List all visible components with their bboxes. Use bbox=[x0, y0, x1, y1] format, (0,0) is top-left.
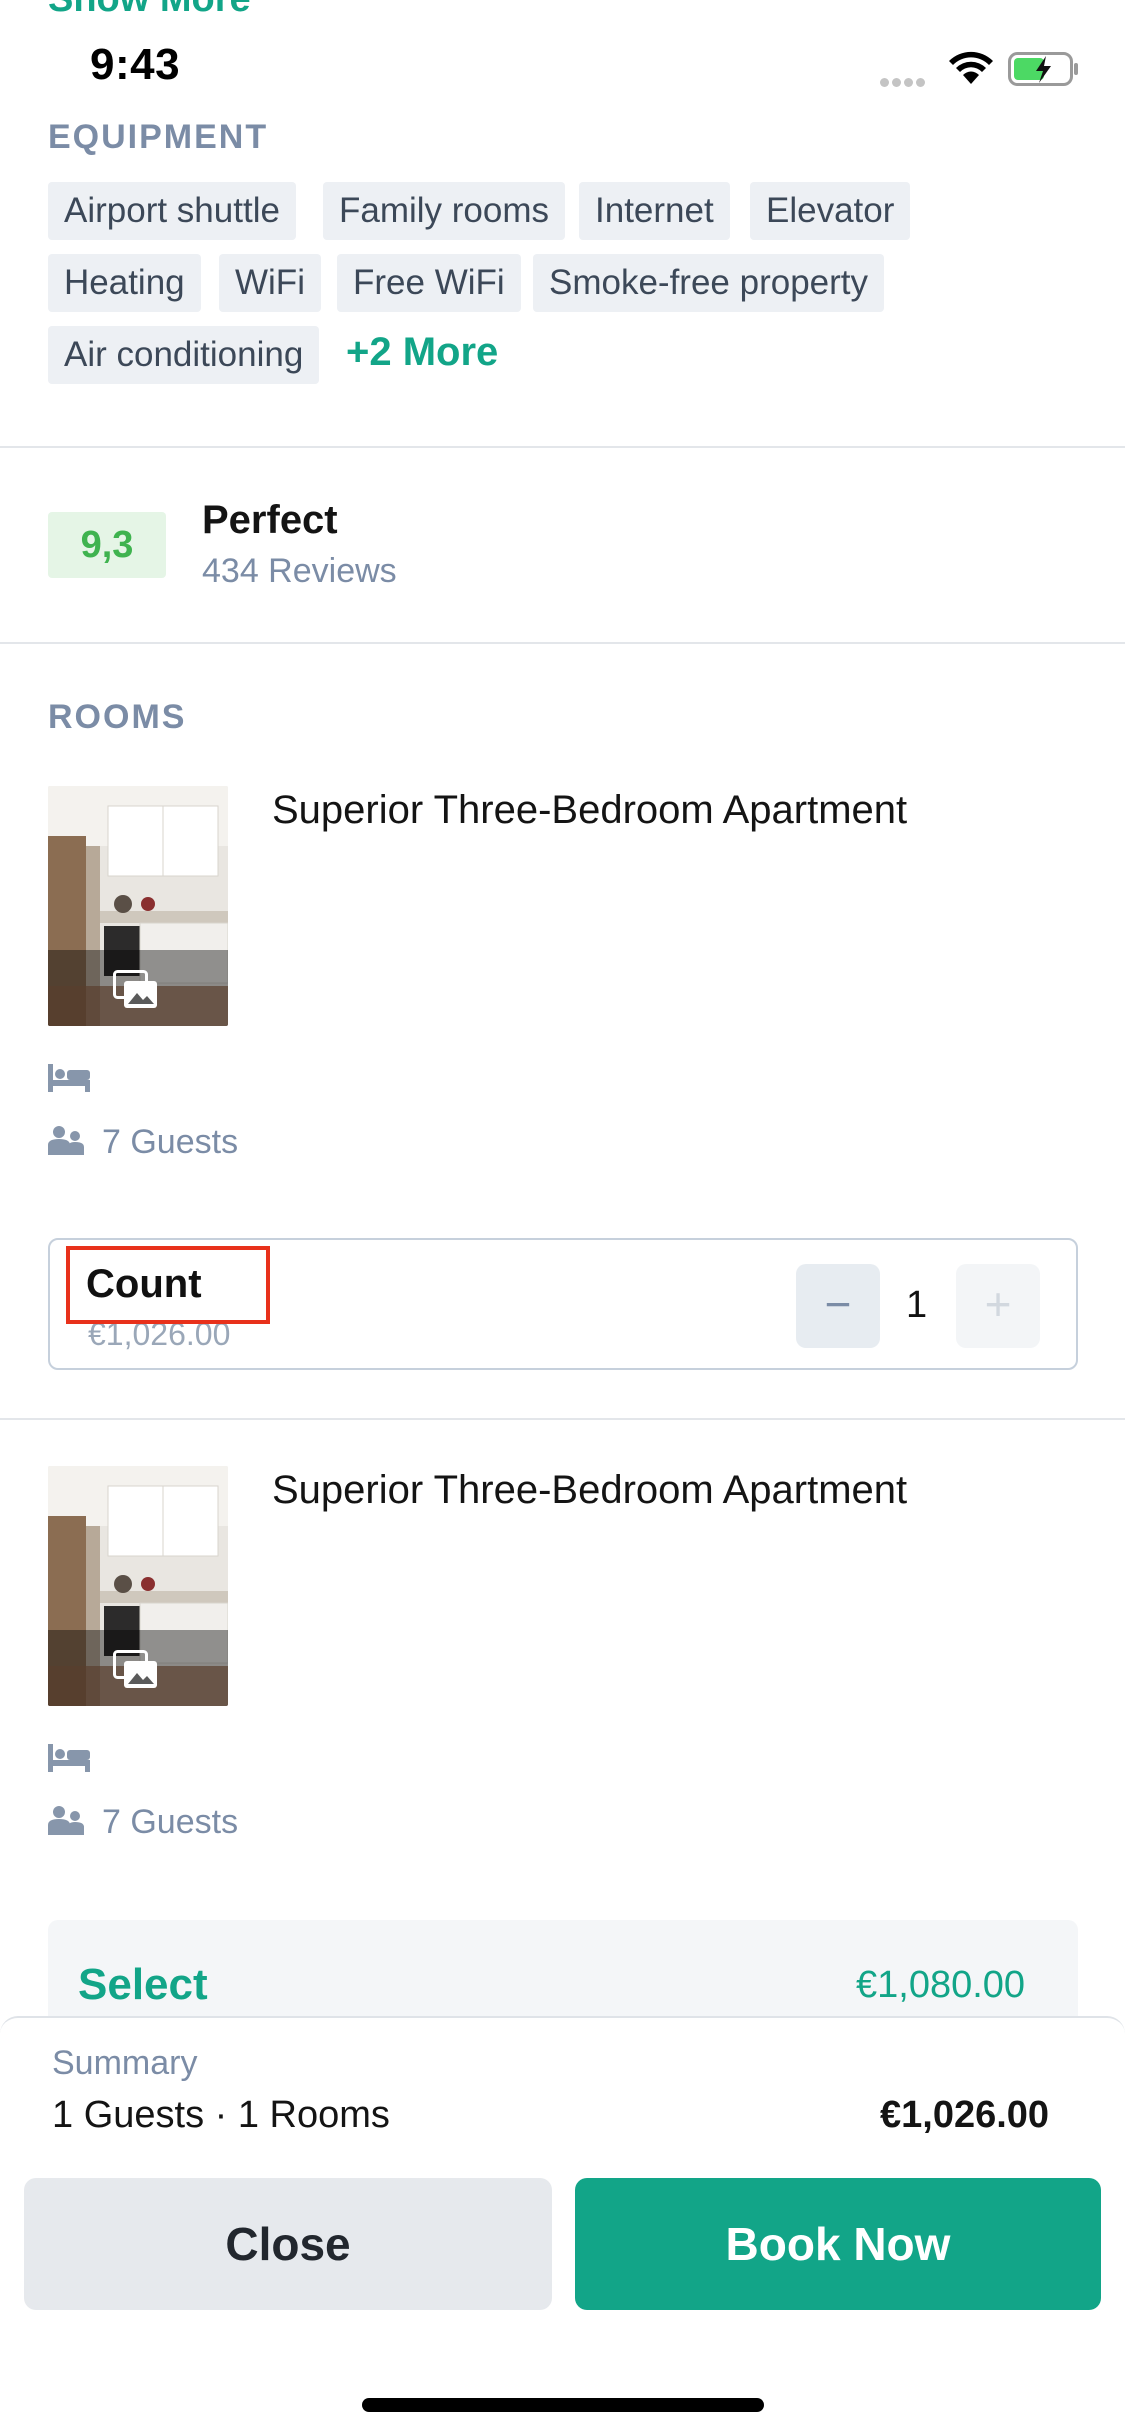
room-photo[interactable] bbox=[48, 786, 228, 1026]
divider bbox=[0, 642, 1125, 644]
select-room-price: €1,080.00 bbox=[856, 1964, 1026, 2006]
summary-total: €1,026.00 bbox=[880, 2094, 1050, 2136]
close-button[interactable]: Close bbox=[24, 2178, 552, 2310]
room-photo[interactable] bbox=[48, 1466, 228, 1706]
summary-detail: 1 Guests · 1 Rooms bbox=[52, 2094, 390, 2136]
show-more-link[interactable]: Show More bbox=[48, 0, 251, 21]
increment-button[interactable]: + bbox=[956, 1264, 1040, 1348]
photo-gallery-icon bbox=[113, 1650, 159, 1695]
amenity-chip: Family rooms bbox=[323, 182, 566, 240]
more-amenities-link[interactable]: +2 More bbox=[346, 330, 498, 375]
cellular-signal-icon bbox=[880, 74, 932, 87]
amenity-chip: Smoke-free property bbox=[533, 254, 885, 312]
status-time: 9:43 bbox=[90, 40, 181, 89]
room-title: Superior Three-Bedroom Apartment bbox=[272, 788, 908, 832]
decrement-button[interactable]: − bbox=[796, 1264, 880, 1348]
amenity-chip: Air conditioning bbox=[48, 326, 320, 384]
amenity-chip: Internet bbox=[579, 182, 730, 240]
amenity-chip: Free WiFi bbox=[337, 254, 521, 312]
bed-icon bbox=[48, 1064, 90, 1092]
guests-icon bbox=[48, 1805, 84, 1840]
guests-info: 7 Guests bbox=[48, 1802, 238, 1842]
divider bbox=[0, 1418, 1125, 1420]
rooms-title: ROOMS bbox=[48, 698, 187, 736]
room-title: Superior Three-Bedroom Apartment bbox=[272, 1468, 908, 1512]
battery-icon bbox=[1008, 52, 1080, 86]
rating-label: Perfect bbox=[202, 498, 338, 542]
guests-count: 7 Guests bbox=[102, 1122, 239, 1161]
wifi-icon bbox=[948, 50, 994, 86]
book-now-button[interactable]: Book Now bbox=[575, 2178, 1101, 2310]
rating-score-badge: 9,3 bbox=[48, 512, 166, 578]
photo-gallery-icon bbox=[113, 970, 159, 1015]
select-room-button[interactable]: Select bbox=[78, 1960, 208, 2010]
highlight-box bbox=[66, 1246, 270, 1324]
amenity-chip: Airport shuttle bbox=[48, 182, 296, 240]
guests-count: 7 Guests bbox=[102, 1802, 239, 1841]
guests-icon bbox=[48, 1125, 84, 1160]
home-indicator[interactable] bbox=[362, 2398, 764, 2412]
equipment-title: EQUIPMENT bbox=[48, 118, 269, 156]
divider bbox=[0, 446, 1125, 448]
amenity-chip: WiFi bbox=[219, 254, 321, 312]
amenity-chip: Elevator bbox=[750, 182, 911, 240]
amenity-chip: Heating bbox=[48, 254, 201, 312]
count-value: 1 bbox=[906, 1284, 928, 1326]
guests-info: 7 Guests bbox=[48, 1122, 238, 1162]
bed-icon bbox=[48, 1744, 90, 1772]
summary-label: Summary bbox=[52, 2044, 198, 2082]
reviews-count[interactable]: 434 Reviews bbox=[202, 552, 397, 591]
